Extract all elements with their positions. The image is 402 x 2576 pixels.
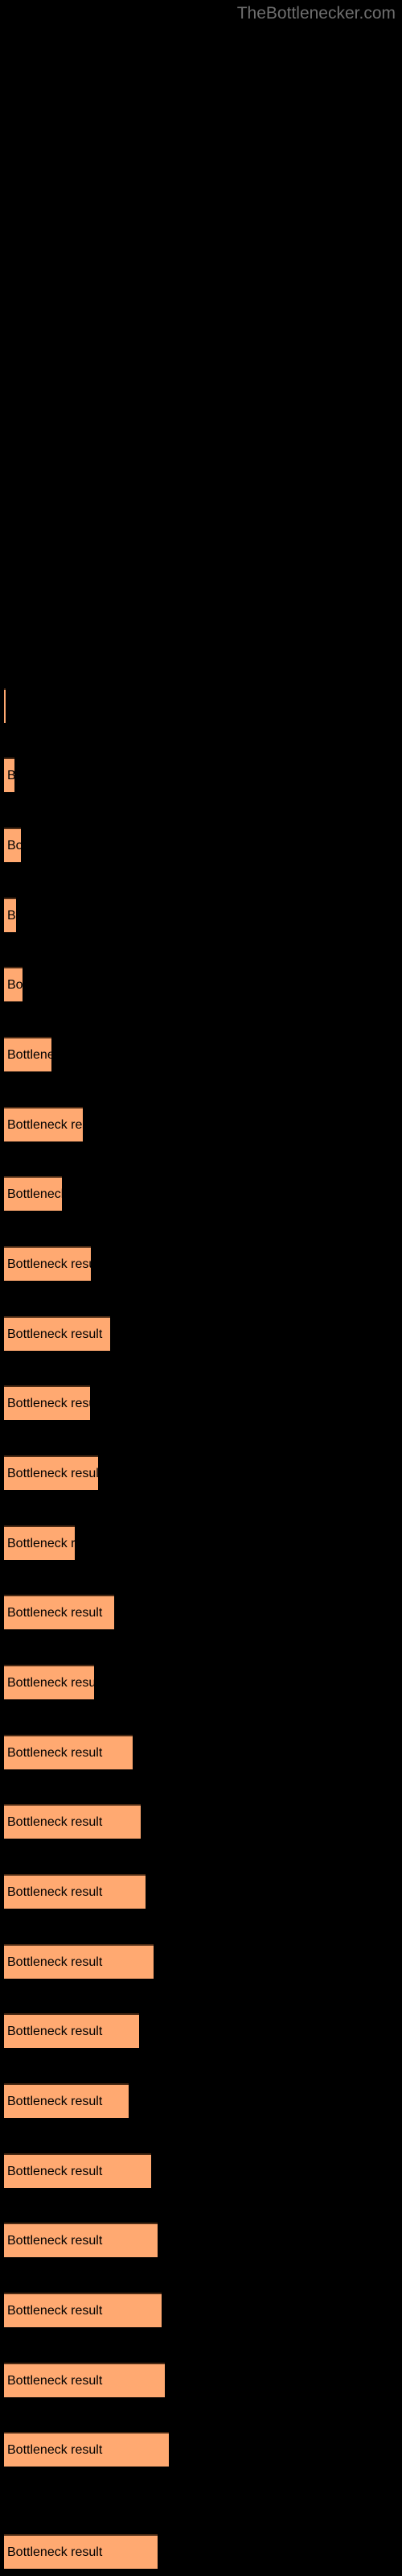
bar: Bottleneck result: [4, 758, 14, 792]
bar: Bottleneck result: [4, 1246, 91, 1281]
bar-label: Bottleneck result: [7, 1814, 103, 1829]
bar: Bottleneck result: [4, 1804, 141, 1839]
bar-label: Bottleneck result: [7, 1047, 51, 1062]
bar-label: Bottleneck result: [7, 1117, 83, 1132]
bar-label: Bottleneck result: [7, 2442, 103, 2457]
bar-label: Bottleneck result: [7, 1187, 62, 1201]
bar: Bottleneck result: [4, 1316, 110, 1351]
bar-label: Bottleneck result: [7, 1536, 75, 1550]
bar: Bottleneck result: [4, 1455, 98, 1490]
bar-label: Bottleneck result: [7, 1605, 103, 1620]
bar-label: Bottleneck result: [7, 977, 23, 992]
bar: Bottleneck result: [4, 1176, 62, 1211]
bar-label: Bottleneck result: [7, 1885, 103, 1899]
bar: Bottleneck result: [4, 2083, 129, 2118]
bar-label: Bottleneck result: [7, 908, 16, 923]
bar-label: Bottleneck result: [7, 2094, 103, 2108]
bar: Bottleneck result: [4, 828, 21, 862]
bar-label: Bottleneck result: [7, 2024, 103, 2038]
bar: Bottleneck result: [4, 1874, 146, 1909]
bar-label: Bottleneck result: [7, 1675, 94, 1690]
bar-label: Bottleneck result: [7, 1745, 103, 1760]
bar: Bottleneck result: [4, 1595, 114, 1629]
bar: Bottleneck result: [4, 1385, 90, 1420]
bar: Bottleneck result: [4, 1037, 51, 1071]
horizontal-bar-chart: Bottleneck result Bottleneck result Bottle…: [0, 0, 402, 2576]
bar-label: Bottleneck result: [7, 838, 21, 852]
bar: Bottleneck result: [4, 1944, 154, 1979]
bar-label: Bottleneck result: [7, 1466, 98, 1480]
bar-label: Bottleneck result: [7, 2545, 103, 2559]
bar: Bottleneck result: [4, 898, 16, 932]
bar: Bottleneck result: [4, 2223, 158, 2257]
bar: Bottleneck result: [4, 967, 23, 1001]
bar-label: Bottleneck result: [7, 1955, 103, 1969]
bar-label: Bottleneck result: [7, 1327, 103, 1341]
bar: Bottleneck result: [4, 2363, 165, 2397]
bar: Bottleneck result: [4, 1735, 133, 1769]
bar: Bottleneck result: [4, 2293, 162, 2327]
bar: Bottleneck result: [4, 2432, 169, 2467]
bar-label: Bottleneck result: [7, 2303, 103, 2318]
bar: Bottleneck result: [4, 2534, 158, 2569]
bar: Bottleneck result: [4, 1525, 75, 1560]
bar-label: Bottleneck result: [7, 2373, 103, 2388]
bar-label: Bottleneck result: [7, 2233, 103, 2248]
bar-label: Bottleneck result: [7, 769, 14, 783]
bar: Bottleneck result: [4, 688, 6, 723]
bar: Bottleneck result: [4, 2153, 151, 2188]
bar-label: Bottleneck result: [7, 1257, 91, 1271]
bar: Bottleneck result: [4, 2013, 139, 2048]
chart-page: TheBottlenecker.com Bottleneck resultBot…: [0, 0, 402, 2576]
bar: Bottleneck result: [4, 1107, 83, 1141]
bar-label: Bottleneck result: [7, 2164, 103, 2178]
bar: Bottleneck result: [4, 1665, 94, 1699]
bar-label: Bottleneck result: [7, 1396, 90, 1410]
